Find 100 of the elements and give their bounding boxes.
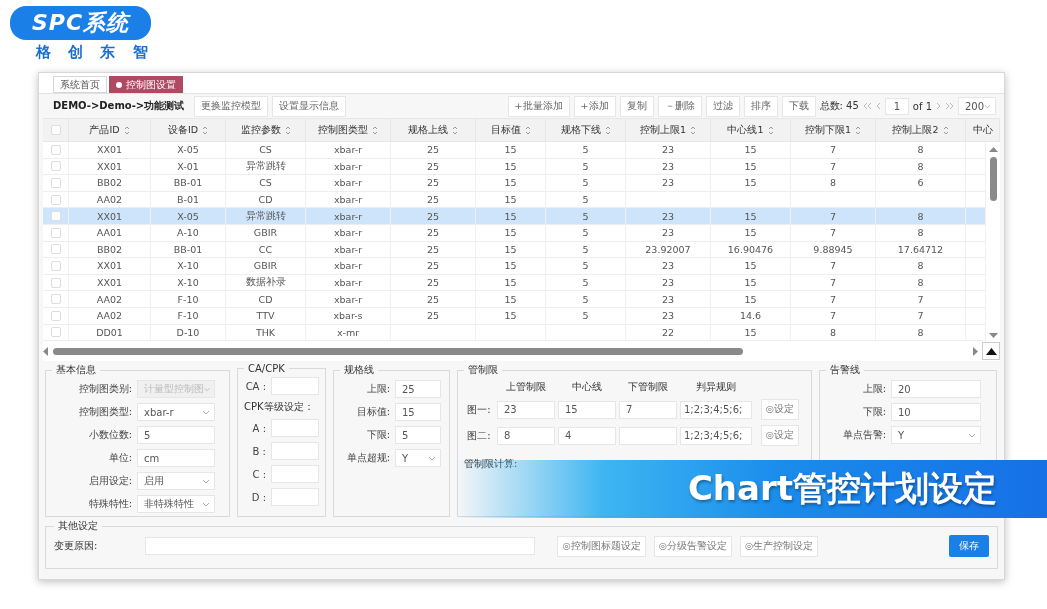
column-header[interactable]: 规格上线 <box>391 119 476 141</box>
input-field[interactable]: 25 <box>395 380 441 399</box>
column-header[interactable]: 目标值 <box>476 119 546 141</box>
input-field[interactable] <box>271 465 319 484</box>
table-cell: 23.92007 <box>626 241 711 258</box>
input-field[interactable]: 1;2;3;4;5;6; <box>680 426 752 445</box>
input-field[interactable]: 7 <box>619 400 677 419</box>
select-field[interactable]: Y <box>395 449 441 468</box>
checkbox[interactable] <box>50 211 61 222</box>
scrollbar-thumb[interactable] <box>989 157 997 201</box>
input-field[interactable] <box>271 377 319 396</box>
table-row[interactable]: XX01 X-10 GBIR xbar-r 25 15 5 23 15 7 8 <box>43 258 986 275</box>
table-row[interactable]: AA02 F-10 CD xbar-r 25 15 5 23 15 7 7 <box>43 291 986 308</box>
scroll-up-icon[interactable] <box>988 146 998 153</box>
toolbar-button[interactable]: 下载 <box>781 95 816 117</box>
input-field[interactable]: 5 <box>395 426 441 445</box>
input-field[interactable] <box>145 537 536 556</box>
input-field[interactable]: 5 <box>137 426 215 445</box>
input-field[interactable]: 10 <box>891 403 981 422</box>
sort-icon[interactable] <box>855 125 861 135</box>
select-field[interactable]: 非特殊特性 <box>137 495 215 514</box>
column-header[interactable]: 设备ID <box>151 119 226 141</box>
sort-icon[interactable] <box>524 125 531 135</box>
page-field[interactable]: 1 <box>884 97 909 115</box>
toolbar-button[interactable]: +添加 <box>573 95 616 117</box>
scroll-left-icon[interactable] <box>43 346 49 356</box>
input-field[interactable] <box>271 488 319 507</box>
toolbar-button[interactable]: 排序 <box>743 95 778 117</box>
toolbar-button[interactable]: －删除 <box>657 95 702 117</box>
input-field[interactable] <box>271 419 319 438</box>
column-header[interactable]: 控制上限2 <box>876 119 966 141</box>
sort-icon[interactable] <box>604 125 611 135</box>
table-row[interactable]: XX01 X-05 CS xbar-r 25 15 5 23 15 7 8 <box>43 142 986 159</box>
checkbox[interactable] <box>50 144 61 155</box>
select-field[interactable]: xbar-r <box>137 403 215 422</box>
column-header[interactable]: 中心 <box>966 119 1000 141</box>
checkbox[interactable] <box>50 294 61 305</box>
sort-icon[interactable] <box>690 125 696 135</box>
sort-icon[interactable] <box>767 125 774 135</box>
scroll-right-icon[interactable] <box>972 346 978 356</box>
input-field[interactable] <box>619 426 677 445</box>
column-header[interactable]: 控制图类型 <box>306 119 391 141</box>
toolbar-button[interactable]: +批量添加 <box>507 95 570 117</box>
checkbox[interactable] <box>50 227 61 238</box>
table-row[interactable]: BB02 BB-01 CS xbar-r 25 15 5 23 15 8 6 <box>43 175 986 192</box>
settings-button[interactable]: ◎设定 <box>760 399 800 421</box>
column-header[interactable]: 规格下线 <box>546 119 626 141</box>
checkbox[interactable] <box>50 277 61 288</box>
column-header[interactable]: 产品ID <box>69 119 151 141</box>
checkbox[interactable] <box>50 327 61 338</box>
checkbox[interactable] <box>50 244 61 255</box>
column-header[interactable]: 控制下限1 <box>791 119 876 141</box>
next-page-icon[interactable] <box>936 102 941 110</box>
checkbox[interactable] <box>50 161 61 172</box>
tab[interactable]: 控制图设置 <box>109 76 183 93</box>
input-field[interactable]: 23 <box>497 400 555 419</box>
checkbox[interactable] <box>50 178 61 188</box>
table-cell: 15 <box>711 324 791 341</box>
table-cell: 异常跳转 <box>226 158 306 175</box>
sort-icon[interactable] <box>942 125 949 135</box>
sort-icon[interactable] <box>452 125 458 135</box>
toolbar-button[interactable]: 更换监控模型 <box>194 95 269 117</box>
sort-icon[interactable] <box>123 125 130 135</box>
table-row[interactable]: XX01 X-05 异常跳转 xbar-r 25 15 5 23 15 7 8 <box>43 208 986 225</box>
column-header[interactable]: 中心线1 <box>711 119 791 141</box>
settings-button[interactable]: ◎分级告警设定 <box>653 535 732 557</box>
input-field[interactable]: 15 <box>395 403 441 422</box>
tab[interactable]: 系统首页 <box>53 76 107 93</box>
checkbox[interactable] <box>50 194 61 205</box>
sort-icon[interactable] <box>284 125 291 135</box>
sort-icon[interactable] <box>202 125 209 135</box>
last-page-icon[interactable] <box>945 102 954 110</box>
toolbar-button[interactable]: 复制 <box>619 95 654 117</box>
settings-button[interactable]: ◎控制图标题设定 <box>557 535 646 557</box>
input-field[interactable]: 1;2;3;4;5;6; <box>680 400 752 419</box>
sort-icon[interactable] <box>372 125 378 135</box>
checkbox[interactable] <box>50 260 61 271</box>
checkbox[interactable] <box>50 125 61 135</box>
input-field[interactable] <box>271 442 319 461</box>
input-field[interactable]: 20 <box>891 380 981 399</box>
scrollbar-thumb[interactable] <box>53 347 743 355</box>
previous-page-icon[interactable] <box>875 102 881 110</box>
input-field[interactable]: 4 <box>558 426 616 445</box>
column-header[interactable]: 控制上限1 <box>626 119 711 141</box>
select-field[interactable]: 启用 <box>137 472 215 491</box>
input-field[interactable]: cm <box>137 449 215 468</box>
toolbar-button[interactable]: 设置显示信息 <box>272 95 347 117</box>
table-cell: 7 <box>791 307 876 324</box>
first-page-icon[interactable] <box>862 102 872 110</box>
save-button[interactable]: 保存 <box>949 535 989 558</box>
settings-button[interactable]: ◎生产控制设定 <box>739 535 819 557</box>
input-field[interactable]: 8 <box>497 426 555 445</box>
settings-button[interactable]: ◎设定 <box>760 425 800 447</box>
checkbox[interactable] <box>50 310 61 321</box>
toolbar-button[interactable]: 过滤 <box>705 95 740 117</box>
scroll-top-button[interactable] <box>982 342 1000 361</box>
select-field[interactable]: Y <box>891 426 981 445</box>
page-size-select[interactable]: 200 <box>958 97 996 115</box>
input-field[interactable]: 15 <box>558 400 616 419</box>
column-header[interactable]: 监控参数 <box>226 119 306 141</box>
